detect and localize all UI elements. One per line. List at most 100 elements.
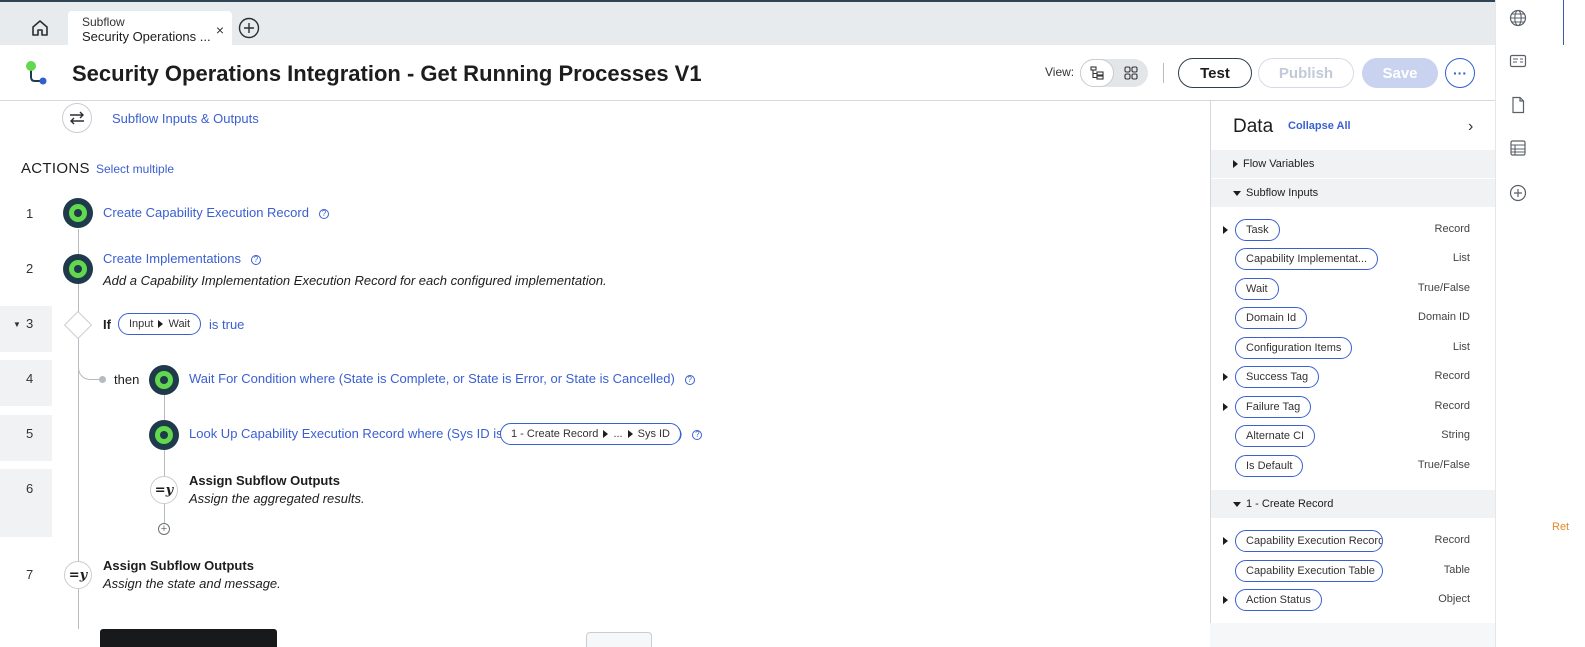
- data-pill-row[interactable]: Success Tag Record: [1211, 364, 1495, 390]
- expand-caret-icon[interactable]: [1223, 537, 1228, 545]
- data-pill-row[interactable]: Is Default True/False: [1211, 453, 1495, 479]
- data-pill[interactable]: Is Default: [1235, 455, 1304, 477]
- section-label: Flow Variables: [1243, 158, 1315, 170]
- swap-icon[interactable]: [62, 103, 92, 133]
- add-step-icon[interactable]: +: [158, 523, 170, 535]
- then-label: then: [114, 372, 140, 387]
- sys-id-pill[interactable]: 1 - Create Record... Sys ID: [500, 423, 682, 445]
- data-pill[interactable]: Capability Execution Record: [1235, 530, 1383, 552]
- data-pill[interactable]: Configuration Items: [1235, 337, 1353, 359]
- rail-edge-line: [1563, 0, 1564, 45]
- data-pill[interactable]: Task: [1235, 219, 1280, 241]
- tab-security-operations[interactable]: Subflow Security Operations ... ×: [68, 11, 232, 47]
- data-pill-row[interactable]: Capability Execution Table Table: [1211, 558, 1495, 584]
- actions-heading: ACTIONS: [21, 160, 90, 177]
- assign-icon: =y: [150, 476, 178, 504]
- step-2-description: Add a Capability Implementation Executio…: [103, 273, 607, 288]
- data-pill[interactable]: Domain Id: [1235, 307, 1308, 329]
- data-pill[interactable]: Action Status: [1235, 589, 1322, 611]
- data-pill[interactable]: Failure Tag: [1235, 396, 1312, 418]
- save-button[interactable]: Save: [1362, 58, 1438, 88]
- data-pill-row[interactable]: Configuration Items List: [1211, 335, 1495, 361]
- pill-arrow-icon: [627, 430, 633, 438]
- home-icon[interactable]: [24, 14, 56, 42]
- step-6-description: Assign the aggregated results.: [189, 491, 365, 506]
- section-create-record[interactable]: 1 - Create Record: [1211, 490, 1495, 518]
- test-button[interactable]: Test: [1178, 58, 1252, 88]
- header-separator: [1163, 63, 1164, 83]
- tab-title: Security Operations ...: [82, 29, 211, 44]
- expand-caret-icon[interactable]: [1223, 403, 1228, 411]
- expand-caret-icon[interactable]: [1223, 226, 1228, 234]
- table-icon[interactable]: [1509, 139, 1527, 157]
- pill-arrow-icon: [158, 320, 164, 328]
- id-card-icon[interactable]: [1509, 52, 1527, 70]
- data-pill[interactable]: Success Tag: [1235, 366, 1320, 388]
- condition-pill[interactable]: Input Wait: [118, 313, 202, 335]
- action-step-icon: [63, 254, 93, 284]
- view-label: View:: [1045, 65, 1075, 79]
- help-icon[interactable]: ?: [318, 208, 329, 219]
- add-circle-icon[interactable]: [1509, 184, 1527, 202]
- right-icon-rail: [1495, 0, 1539, 647]
- step-4-label: Wait For Condition where (State is Compl…: [189, 371, 675, 386]
- data-pill-row[interactable]: Action Status Object: [1211, 587, 1495, 613]
- subflow-inputs-outputs-link[interactable]: Subflow Inputs & Outputs: [112, 111, 259, 126]
- collapse-caret-icon[interactable]: ▼: [13, 320, 21, 329]
- tree-view-icon[interactable]: [1080, 59, 1114, 87]
- close-tab-icon[interactable]: ×: [216, 22, 224, 38]
- edge-label: Ret: [1552, 521, 1570, 533]
- help-icon[interactable]: ?: [684, 374, 695, 385]
- data-pill-row[interactable]: Wait True/False: [1211, 276, 1495, 302]
- more-options-button[interactable]: ···: [1445, 58, 1475, 88]
- step-5-link[interactable]: Look Up Capability Execution Record wher…: [189, 426, 503, 441]
- publish-button[interactable]: Publish: [1258, 58, 1354, 88]
- data-pill-row[interactable]: Task Record: [1211, 217, 1495, 243]
- data-pill[interactable]: Capability Execution Table: [1235, 560, 1383, 582]
- data-type: Record: [1434, 223, 1470, 235]
- section-subflow-inputs[interactable]: Subflow Inputs: [1211, 179, 1495, 207]
- action-step-icon: [149, 420, 179, 450]
- pill-part: Input: [129, 318, 154, 330]
- step-number: 3: [26, 316, 34, 331]
- grid-view-icon[interactable]: [1114, 59, 1148, 87]
- decision-icon: [63, 310, 93, 340]
- tab-bar: Subflow Security Operations ... ×: [0, 0, 1511, 47]
- step-4-link[interactable]: Wait For Condition where (State is Compl…: [189, 371, 695, 386]
- step-5-close-paren: ): [678, 426, 683, 441]
- data-pill-row[interactable]: Domain Id Domain ID: [1211, 305, 1495, 331]
- document-icon[interactable]: [1509, 96, 1527, 114]
- help-icon[interactable]: ?: [251, 254, 262, 265]
- scroll-handle[interactable]: [586, 632, 652, 647]
- step-7-title[interactable]: Assign Subflow Outputs: [103, 558, 254, 573]
- data-pill[interactable]: Alternate CI: [1235, 425, 1316, 447]
- view-toggle: [1080, 59, 1148, 87]
- branch-connector-line: [164, 395, 165, 525]
- data-pill-row[interactable]: Capability Implementat... List: [1211, 246, 1495, 272]
- data-pill-row[interactable]: Capability Execution Record Record: [1211, 528, 1495, 554]
- add-tab-icon[interactable]: [238, 17, 260, 39]
- data-panel: Data Collapse All › Flow Variables Subfl…: [1210, 101, 1495, 623]
- pill-part: 1 - Create Record: [511, 428, 599, 440]
- step-2-link[interactable]: Create Implementations?: [103, 251, 262, 266]
- select-multiple-link[interactable]: Select multiple: [96, 162, 174, 176]
- expand-caret-icon[interactable]: [1223, 596, 1228, 604]
- action-step-icon: [149, 365, 179, 395]
- chevron-right-icon[interactable]: ›: [1468, 118, 1473, 136]
- data-pill[interactable]: Capability Implementat...: [1235, 248, 1379, 270]
- assign-icon: =y: [64, 561, 92, 589]
- section-flow-variables[interactable]: Flow Variables: [1211, 150, 1495, 178]
- data-type: Record: [1434, 400, 1470, 412]
- help-icon[interactable]: ?: [692, 429, 703, 440]
- tab-kicker: Subflow: [82, 15, 125, 29]
- collapse-all-link[interactable]: Collapse All: [1288, 120, 1351, 132]
- step-6-title[interactable]: Assign Subflow Outputs: [189, 473, 340, 488]
- condition-operator[interactable]: is true: [209, 317, 244, 332]
- globe-icon[interactable]: [1509, 9, 1527, 27]
- flow-canvas: Subflow Inputs & Outputs ACTIONS Select …: [0, 101, 1210, 647]
- data-pill-row[interactable]: Alternate CI String: [1211, 423, 1495, 449]
- data-pill[interactable]: Wait: [1235, 278, 1279, 300]
- step-1-link[interactable]: Create Capability Execution Record?: [103, 205, 329, 220]
- expand-caret-icon[interactable]: [1223, 373, 1228, 381]
- data-pill-row[interactable]: Failure Tag Record: [1211, 394, 1495, 420]
